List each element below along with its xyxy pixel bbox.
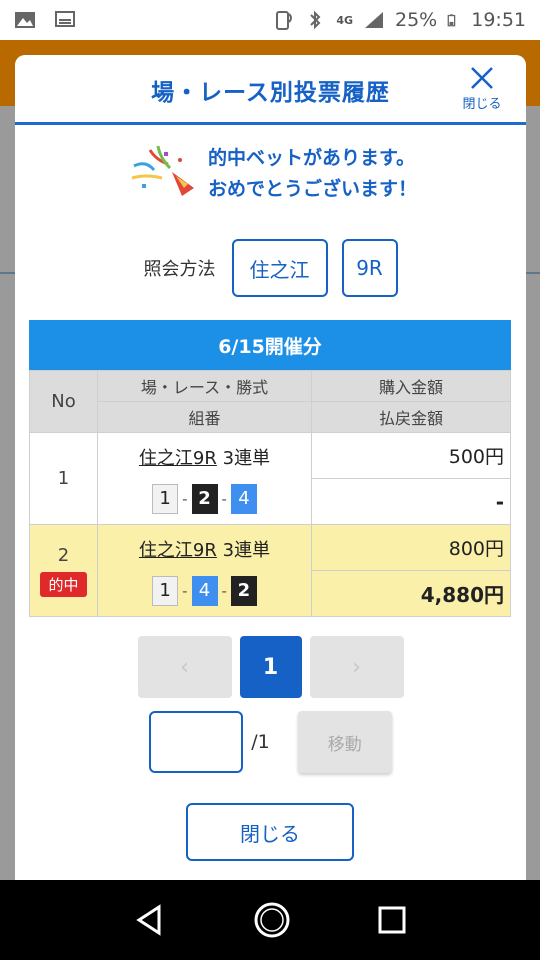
bet-type: 3連単 bbox=[222, 539, 271, 561]
combo-boat-3: 4 bbox=[230, 483, 257, 514]
combo: 1 - 2 - 4 bbox=[98, 483, 311, 514]
move-button[interactable]: 移動 bbox=[297, 711, 392, 773]
close-button[interactable]: 閉じる bbox=[186, 803, 354, 861]
congrats-banner: 的中ベットがあります。 おめでとうございます！ bbox=[15, 143, 526, 205]
phone-signal-icon bbox=[276, 11, 293, 30]
clock: 19:51 bbox=[471, 9, 526, 31]
col-race: 場・レース・勝式 bbox=[97, 370, 312, 402]
row-no: 1 bbox=[29, 432, 98, 525]
payout-amount: - bbox=[311, 478, 511, 525]
race-link[interactable]: 住之江9R bbox=[139, 540, 217, 561]
next-page-button[interactable]: › bbox=[309, 636, 404, 698]
page-jump: /1 移動 bbox=[15, 711, 526, 773]
col-no: No bbox=[29, 370, 98, 433]
battery-percent: 25% bbox=[395, 9, 438, 31]
table-row: 1 住之江9R 3連単 1 - 2 - 4 500円 bbox=[29, 432, 511, 525]
bet-type: 3連単 bbox=[222, 447, 271, 469]
combo-sep: - bbox=[221, 581, 227, 600]
modal-close-button[interactable]: 閉じる bbox=[452, 65, 512, 112]
combo-boat-3: 2 bbox=[230, 575, 257, 606]
row-no-cell: 2 的中 bbox=[29, 524, 98, 617]
party-popper-icon bbox=[131, 145, 194, 196]
back-icon[interactable] bbox=[133, 903, 167, 937]
race-chip[interactable]: 9R bbox=[341, 239, 398, 297]
pagination: ‹ 1 › bbox=[15, 636, 526, 698]
cellular-signal-icon bbox=[365, 12, 383, 28]
lookup-label: 照会方法 bbox=[143, 259, 216, 280]
combo: 1 - 4 - 2 bbox=[98, 575, 311, 606]
cast-notification-icon bbox=[55, 11, 75, 27]
congrats-line-1: 的中ベットがあります。 bbox=[207, 147, 416, 169]
combo-boat-1: 1 bbox=[152, 483, 179, 514]
combo-sep: - bbox=[221, 489, 227, 508]
combo-boat-2: 2 bbox=[191, 483, 218, 514]
hit-badge: 的中 bbox=[40, 571, 87, 597]
status-bar: 4G 25% 19:51 bbox=[0, 0, 540, 40]
navigation-bar bbox=[0, 880, 540, 960]
purchase-amount: 800円 bbox=[311, 524, 511, 571]
vote-history-modal: 場・レース別投票履歴 閉じる 的中ベットがあります。 おめでとうございます！ 照… bbox=[15, 55, 526, 885]
combo-sep: - bbox=[182, 581, 188, 600]
close-icon bbox=[471, 67, 493, 89]
date-header: 6/15開催分 bbox=[29, 320, 511, 370]
combo-sep: - bbox=[182, 489, 188, 508]
page-1-button[interactable]: 1 bbox=[239, 636, 302, 698]
payout-amount: 4,880円 bbox=[311, 570, 511, 617]
col-purchase: 購入金額 bbox=[311, 370, 511, 402]
row-no: 2 bbox=[57, 544, 70, 566]
history-table: 6/15開催分 No 場・レース・勝式 購入金額 組番 払戻金額 1 住之江9R… bbox=[29, 320, 511, 617]
network-type: 4G bbox=[336, 13, 353, 27]
congrats-line-2: おめでとうございます！ bbox=[207, 178, 417, 200]
race-cell: 住之江9R 3連単 1 - 4 - 2 bbox=[97, 524, 312, 617]
col-payout: 払戻金額 bbox=[311, 401, 511, 433]
race-cell: 住之江9R 3連単 1 - 2 - 4 bbox=[97, 432, 312, 525]
modal-title: 場・レース別投票履歴 bbox=[151, 80, 390, 106]
battery-icon bbox=[447, 14, 456, 27]
page-number-input[interactable] bbox=[149, 711, 244, 773]
bluetooth-icon bbox=[310, 10, 321, 30]
col-combo: 組番 bbox=[97, 401, 312, 433]
race-link[interactable]: 住之江9R bbox=[139, 448, 217, 469]
home-icon[interactable] bbox=[252, 900, 292, 940]
combo-boat-2: 4 bbox=[191, 575, 218, 606]
image-notification-icon bbox=[15, 12, 35, 28]
lookup-method: 照会方法 住之江 9R bbox=[15, 239, 526, 297]
table-row: 2 的中 住之江9R 3連単 1 - 4 - 2 800円 bbox=[29, 524, 511, 617]
modal-close-label: 閉じる bbox=[462, 97, 502, 112]
purchase-amount: 500円 bbox=[311, 432, 511, 479]
combo-boat-1: 1 bbox=[152, 575, 179, 606]
venue-chip[interactable]: 住之江 bbox=[231, 239, 328, 297]
prev-page-button[interactable]: ‹ bbox=[137, 636, 232, 698]
page-total: /1 bbox=[251, 731, 270, 753]
recents-icon[interactable] bbox=[377, 905, 407, 935]
modal-header: 場・レース別投票履歴 閉じる bbox=[15, 55, 526, 125]
